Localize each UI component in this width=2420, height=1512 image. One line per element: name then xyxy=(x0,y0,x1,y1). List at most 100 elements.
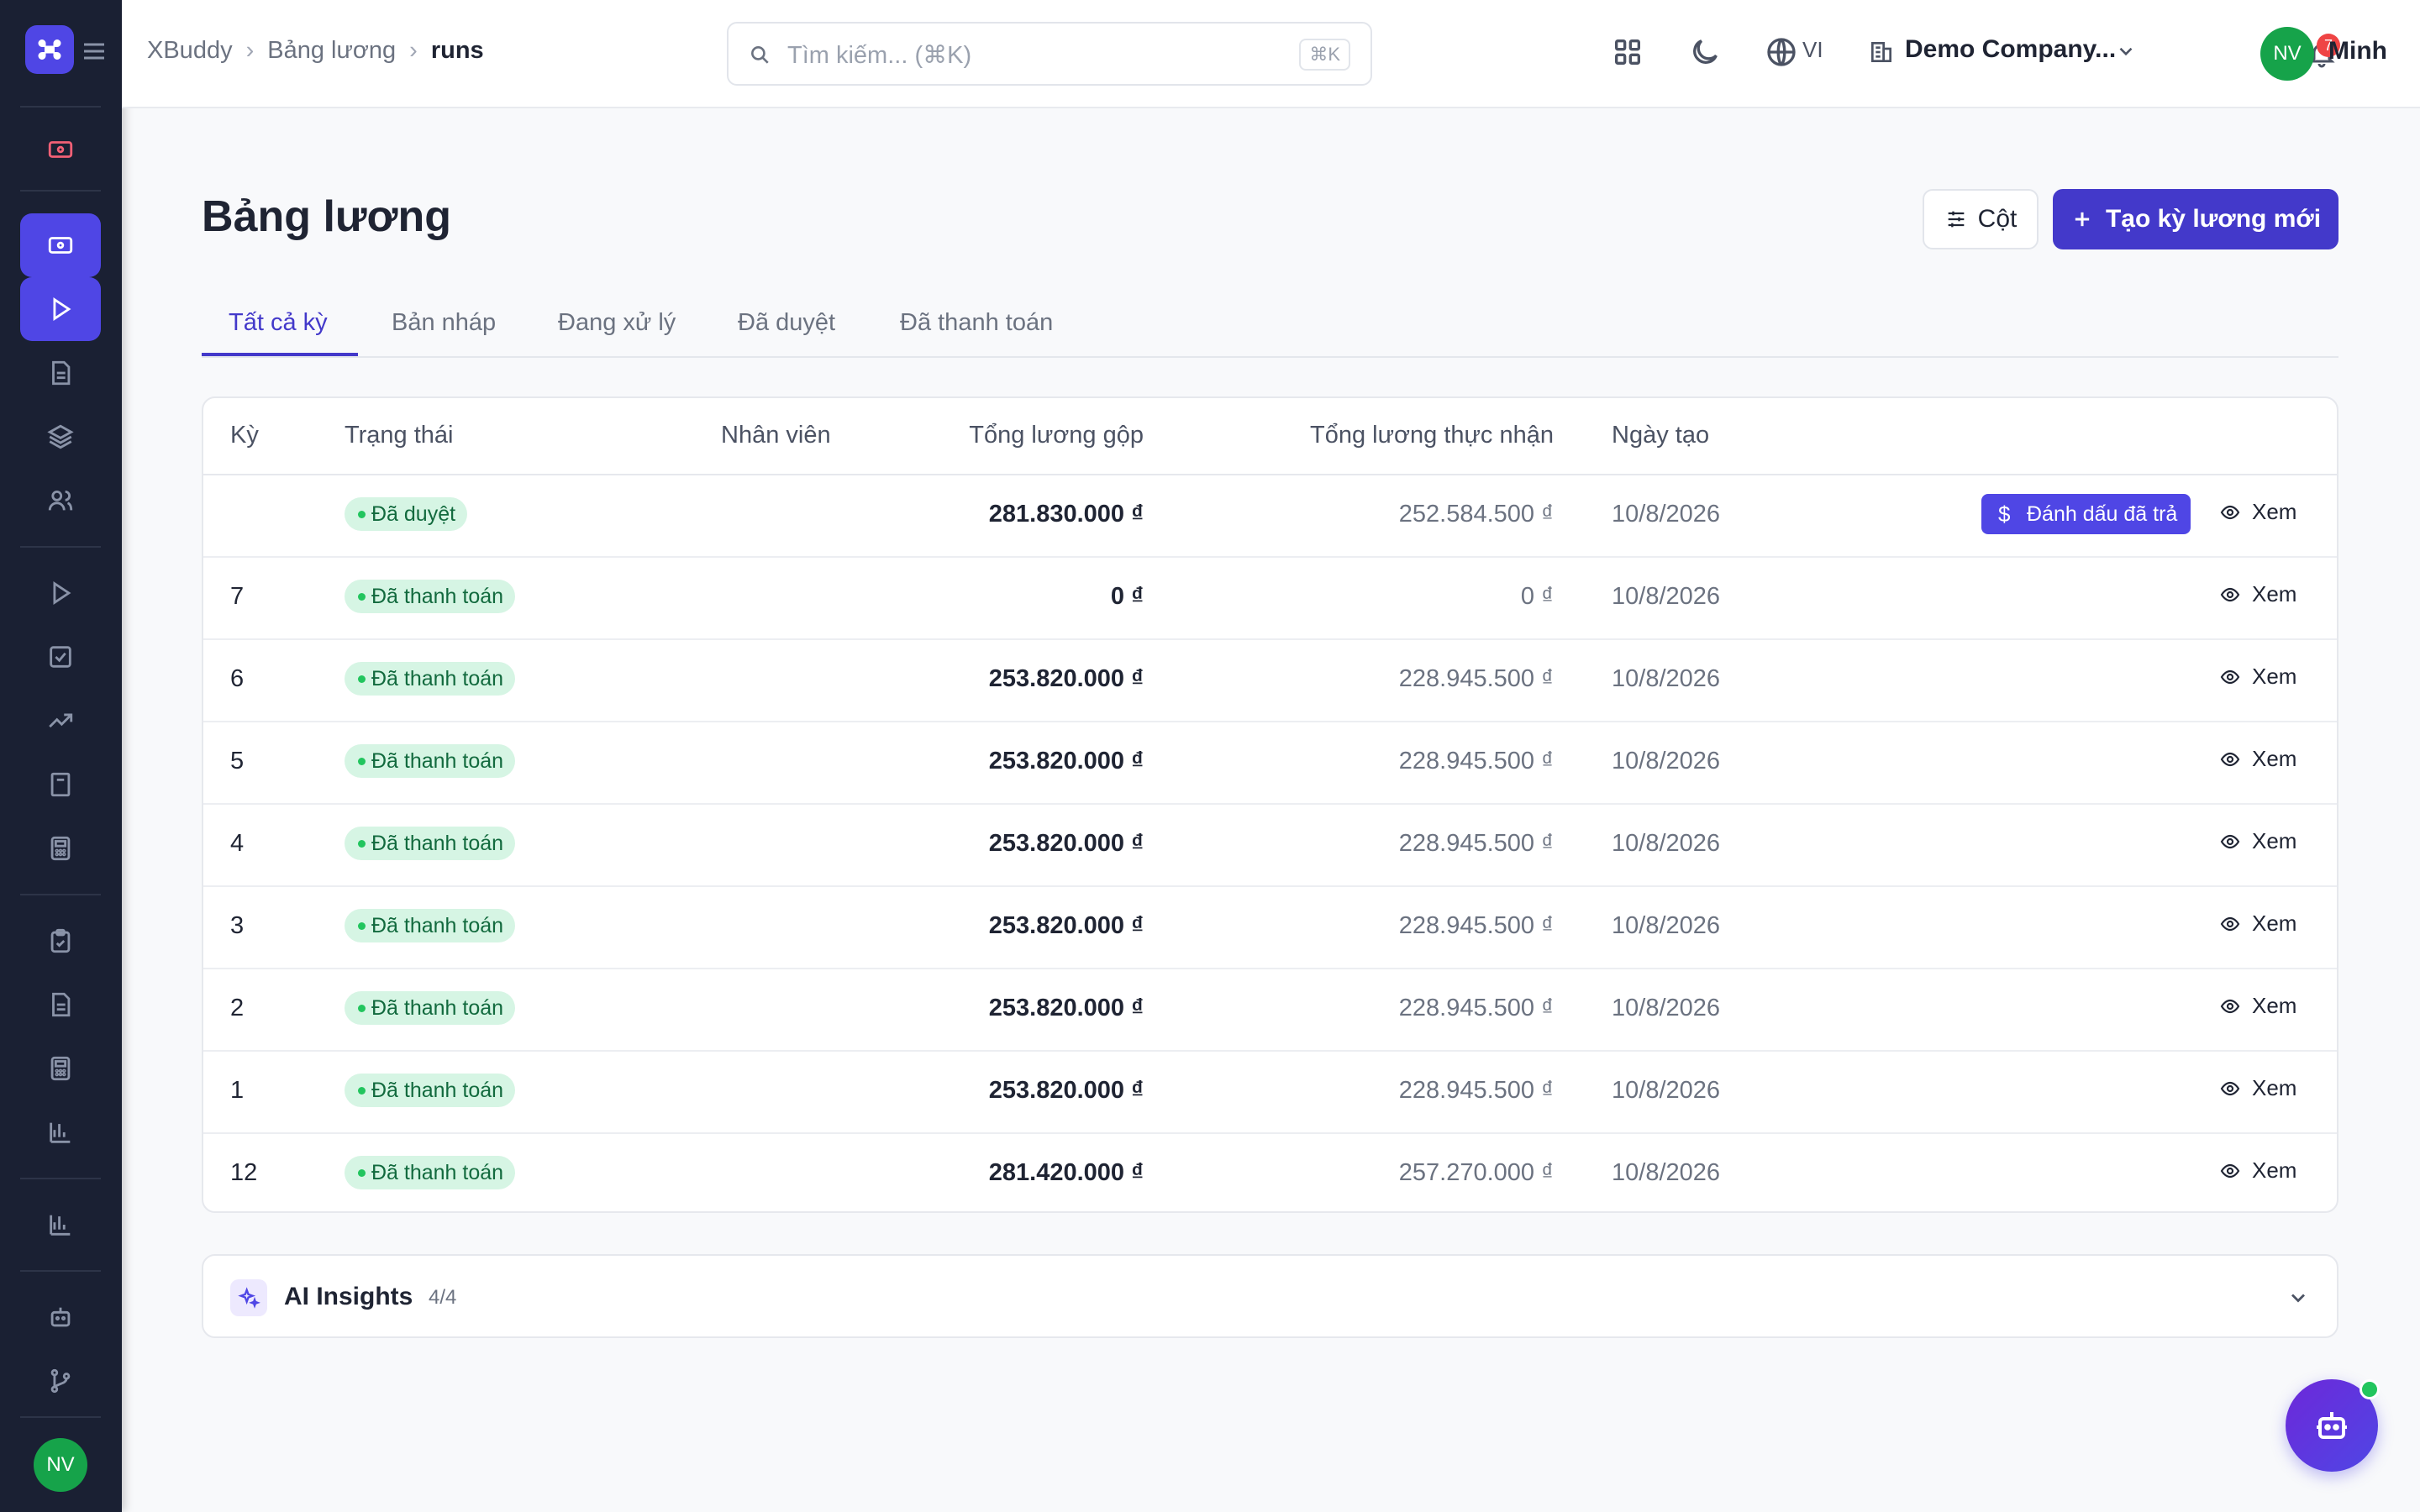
tab-draft[interactable]: Bản nháp xyxy=(392,309,496,337)
sidebar-item-payslips[interactable] xyxy=(20,341,101,405)
cell-gross: 253.820.000 ₫ xyxy=(988,912,1144,939)
view-label: Xem xyxy=(2252,993,2297,1018)
columns-button-label: Cột xyxy=(1977,205,2018,233)
mark-paid-button[interactable]: $ Đánh dấu đã trả xyxy=(1981,494,2191,534)
eye-icon xyxy=(2220,916,2240,931)
header-status[interactable]: Trạng thái xyxy=(345,422,454,449)
header-date[interactable]: Ngày tạo xyxy=(1612,422,1709,449)
sidebar-item-employees[interactable] xyxy=(20,469,101,533)
view-label: Xem xyxy=(2252,746,2297,771)
header-net[interactable]: Tổng lương thực nhận xyxy=(1310,422,1554,449)
view-button[interactable]: Xem xyxy=(2220,746,2296,772)
view-button[interactable]: Xem xyxy=(2220,911,2296,937)
sidebar-item-tax[interactable] xyxy=(20,1037,101,1100)
breadcrumb-payroll[interactable]: Bảng lương xyxy=(267,37,396,65)
chevron-down-icon[interactable] xyxy=(2286,1286,2310,1310)
sidebar-item-reports[interactable] xyxy=(20,1100,101,1164)
view-button[interactable]: Xem xyxy=(2220,1075,2296,1101)
header-ky[interactable]: Kỳ xyxy=(230,422,259,449)
header-gross[interactable]: Tổng lương gộp xyxy=(969,422,1144,449)
cell-gross: 0 ₫ xyxy=(1110,583,1144,610)
globe-icon[interactable] xyxy=(1765,35,1798,69)
cell-net: 228.945.500 ₫ xyxy=(1398,1077,1554,1104)
view-label: Xem xyxy=(2252,664,2297,689)
columns-button[interactable]: Cột xyxy=(1923,189,2039,249)
tab-approved[interactable]: Đã duyệt xyxy=(738,309,835,337)
table-row[interactable]: 2 Đã thanh toán 253.820.000 ₫ 228.945.50… xyxy=(203,968,2337,1052)
plus-icon xyxy=(2075,212,2090,227)
table-row[interactable]: 12 Đã thanh toán 281.420.000 ₫ 257.270.0… xyxy=(203,1132,2337,1211)
status-badge: Đã thanh toán xyxy=(345,580,516,613)
sidebar-item-trends[interactable] xyxy=(20,689,101,753)
view-button[interactable]: Xem xyxy=(2220,664,2296,690)
table-row[interactable]: 4 Đã thanh toán 253.820.000 ₫ 228.945.50… xyxy=(203,803,2337,887)
dark-mode-icon[interactable] xyxy=(1688,35,1722,69)
ai-insights-panel[interactable]: AI Insights 4/4 xyxy=(202,1254,2338,1338)
sidebar-item-analytics[interactable] xyxy=(20,1193,101,1257)
sidebar-item-run-2[interactable] xyxy=(20,561,101,625)
sidebar-item-components[interactable] xyxy=(20,405,101,469)
cell-gross: 281.420.000 ₫ xyxy=(988,1159,1144,1186)
cell-ky: 7 xyxy=(230,583,245,610)
sidebar-item-approvals[interactable] xyxy=(20,625,101,689)
header-employees[interactable]: Nhân viên xyxy=(721,422,831,449)
table-row[interactable]: Đã duyệt 281.830.000 ₫ 252.584.500 ₫ 10/… xyxy=(203,474,2337,558)
table-row[interactable]: 1 Đã thanh toán 253.820.000 ₫ 228.945.50… xyxy=(203,1050,2337,1134)
online-indicator xyxy=(2360,1379,2380,1399)
sliders-icon xyxy=(1948,211,1964,228)
table-row[interactable]: 5 Đã thanh toán 253.820.000 ₫ 228.945.50… xyxy=(203,721,2337,805)
cell-gross: 253.820.000 ₫ xyxy=(988,748,1144,774)
sidebar-item-payroll-home[interactable] xyxy=(20,118,101,181)
sidebar-item-calculator[interactable] xyxy=(20,816,101,880)
cell-net: 228.945.500 ₫ xyxy=(1398,830,1554,857)
view-button[interactable]: Xem xyxy=(2220,828,2296,854)
cell-date: 10/8/2026 xyxy=(1612,748,1721,774)
status-badge: Đã thanh toán xyxy=(345,1074,516,1107)
sidebar-item-assistant[interactable] xyxy=(20,1285,101,1349)
cell-gross: 253.820.000 ₫ xyxy=(988,830,1144,857)
cell-date: 10/8/2026 xyxy=(1612,583,1721,610)
tab-processing[interactable]: Đang xử lý xyxy=(558,309,676,337)
sidebar-item-workflow[interactable] xyxy=(20,1349,101,1413)
view-button[interactable]: Xem xyxy=(2220,1158,2296,1184)
view-button[interactable]: Xem xyxy=(2220,581,2296,607)
menu-toggle-icon[interactable] xyxy=(82,40,108,62)
table-row[interactable]: 6 Đã thanh toán 253.820.000 ₫ 228.945.50… xyxy=(203,638,2337,722)
sidebar-item-ledger[interactable] xyxy=(20,753,101,816)
chevron-down-icon[interactable] xyxy=(2115,40,2137,62)
ai-insights-title: AI Insights xyxy=(284,1283,413,1310)
sidebar-item-tasks[interactable] xyxy=(20,909,101,973)
apps-grid-icon[interactable] xyxy=(1611,35,1644,69)
table-row[interactable]: 3 Đã thanh toán 253.820.000 ₫ 228.945.50… xyxy=(203,885,2337,969)
sidebar-item-runs[interactable] xyxy=(20,277,101,341)
breadcrumb-home[interactable]: XBuddy xyxy=(147,37,233,65)
active-tab-indicator xyxy=(202,353,358,356)
view-label: Xem xyxy=(2252,499,2297,524)
cell-ky: 4 xyxy=(230,830,245,857)
cell-ky: 12 xyxy=(230,1159,258,1186)
bar-chart-icon xyxy=(50,1122,71,1143)
cell-gross: 281.830.000 ₫ xyxy=(988,501,1144,528)
create-payroll-button[interactable]: Tạo kỳ lương mới xyxy=(2053,189,2338,249)
sidebar-item-payroll[interactable] xyxy=(20,213,101,277)
view-button[interactable]: Xem xyxy=(2220,499,2296,525)
logo-icon xyxy=(38,39,61,60)
search-input[interactable]: Tìm kiếm... (⌘K) ⌘K xyxy=(727,22,1372,86)
sidebar-avatar[interactable]: NV xyxy=(34,1438,87,1492)
tab-all[interactable]: Tất cả kỳ xyxy=(229,309,328,337)
tab-paid[interactable]: Đã thanh toán xyxy=(900,309,1053,337)
git-branch-icon xyxy=(50,1368,71,1394)
user-avatar[interactable]: NV xyxy=(2260,27,2314,81)
language-label[interactable]: VI xyxy=(1802,37,1823,63)
chevron-right-icon: › xyxy=(245,37,255,64)
sidebar-item-documents[interactable] xyxy=(20,973,101,1037)
app-logo[interactable] xyxy=(25,25,74,74)
table-row[interactable]: 7 Đã thanh toán 0 ₫ 0 ₫ 10/8/2026 Xem xyxy=(203,556,2337,640)
mark-paid-label: Đánh dấu đã trả xyxy=(2027,502,2178,526)
ai-insights-count: 4/4 xyxy=(429,1286,457,1309)
view-button[interactable]: Xem xyxy=(2220,993,2296,1019)
book-icon xyxy=(50,772,71,797)
search-placeholder: Tìm kiếm... (⌘K) xyxy=(787,42,972,69)
user-name[interactable]: Minh xyxy=(2328,37,2387,66)
company-selector[interactable]: Demo Company... xyxy=(1905,35,2116,64)
